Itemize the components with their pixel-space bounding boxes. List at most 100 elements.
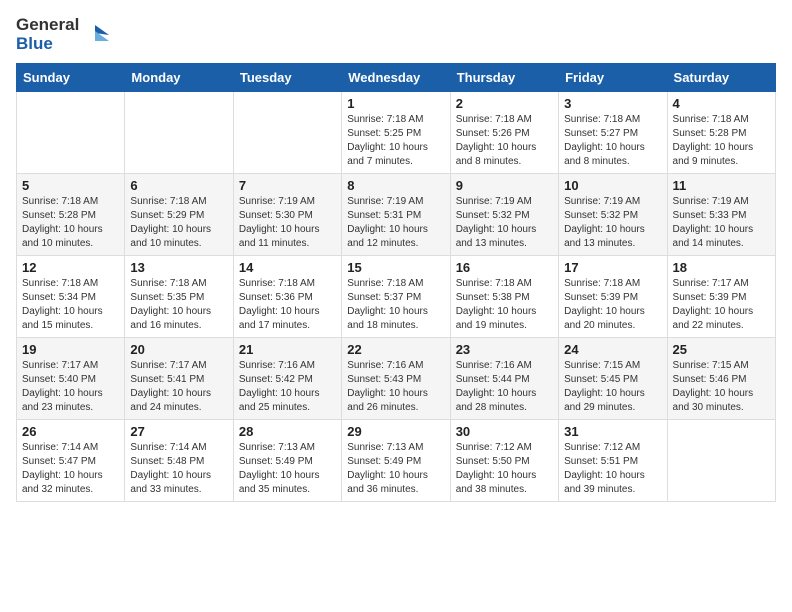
logo-bird-icon <box>81 21 109 49</box>
calendar-cell: 1Sunrise: 7:18 AMSunset: 5:25 PMDaylight… <box>342 92 450 174</box>
day-info: Sunrise: 7:18 AMSunset: 5:29 PMDaylight:… <box>130 195 227 251</box>
day-number: 30 <box>456 424 553 439</box>
calendar-cell: 31 Sunrise: 7:12 AMSunset: 5:51 PMDayligh… <box>559 420 667 502</box>
calendar-cell: 27 Sunrise: 7:14 AMSunset: 5:48 PMDayligh… <box>125 420 233 502</box>
day-info: Sunrise: 7:18 AMSunset: 5:25 PMDaylight:… <box>347 113 444 169</box>
calendar-week-2: 5Sunrise: 7:18 AMSunset: 5:28 PMDaylight… <box>17 174 776 256</box>
day-info: Sunrise: 7:18 AMSunset: 5:37 PMDaylight:… <box>347 277 444 333</box>
day-info: Sunrise: 7:13 AMSunset: 5:49 PMDaylight:… <box>347 441 444 497</box>
calendar-week-3: 12 Sunrise: 7:18 AMSunset: 5:34 PMDayligh… <box>17 256 776 338</box>
weekday-header-thursday: Thursday <box>450 64 558 92</box>
calendar-cell: 22Sunrise: 7:16 AMSunset: 5:43 PMDayligh… <box>342 338 450 420</box>
calendar-cell: 17Sunrise: 7:18 AMSunset: 5:39 PMDayligh… <box>559 256 667 338</box>
day-info: Sunrise: 7:17 AMSunset: 5:41 PMDaylight:… <box>130 359 227 415</box>
day-number: 7 <box>239 178 336 193</box>
calendar-cell: 13 Sunrise: 7:18 AMSunset: 5:35 PMDayligh… <box>125 256 233 338</box>
day-info: Sunrise: 7:18 AMSunset: 5:34 PMDaylight:… <box>22 277 119 333</box>
day-info: Sunrise: 7:17 AMSunset: 5:39 PMDaylight:… <box>673 277 770 333</box>
day-number: 20 <box>130 342 227 357</box>
calendar-cell: 11Sunrise: 7:19 AMSunset: 5:33 PMDayligh… <box>667 174 775 256</box>
day-number: 23 <box>456 342 553 357</box>
calendar-cell: 16 Sunrise: 7:18 AMSunset: 5:38 PMDayligh… <box>450 256 558 338</box>
weekday-header-friday: Friday <box>559 64 667 92</box>
logo: General Blue <box>16 16 109 53</box>
calendar-cell: 21 Sunrise: 7:16 AMSunset: 5:42 PMDayligh… <box>233 338 341 420</box>
day-info: Sunrise: 7:14 AMSunset: 5:47 PMDaylight:… <box>22 441 119 497</box>
calendar-cell: 4Sunrise: 7:18 AMSunset: 5:28 PMDaylight… <box>667 92 775 174</box>
calendar-week-1: 1Sunrise: 7:18 AMSunset: 5:25 PMDaylight… <box>17 92 776 174</box>
calendar-cell: 8 Sunrise: 7:19 AMSunset: 5:31 PMDaylight… <box>342 174 450 256</box>
calendar-cell: 19 Sunrise: 7:17 AMSunset: 5:40 PMDayligh… <box>17 338 125 420</box>
day-number: 8 <box>347 178 444 193</box>
day-info: Sunrise: 7:19 AMSunset: 5:30 PMDaylight:… <box>239 195 336 251</box>
day-info: Sunrise: 7:18 AMSunset: 5:27 PMDaylight:… <box>564 113 661 169</box>
day-number: 24 <box>564 342 661 357</box>
calendar-cell: 25 Sunrise: 7:15 AMSunset: 5:46 PMDayligh… <box>667 338 775 420</box>
calendar-cell: 10 Sunrise: 7:19 AMSunset: 5:32 PMDayligh… <box>559 174 667 256</box>
calendar-cell: 18 Sunrise: 7:17 AMSunset: 5:39 PMDayligh… <box>667 256 775 338</box>
day-info: Sunrise: 7:18 AMSunset: 5:26 PMDaylight:… <box>456 113 553 169</box>
day-number: 12 <box>22 260 119 275</box>
day-info: Sunrise: 7:16 AMSunset: 5:43 PMDaylight:… <box>347 359 444 415</box>
day-info: Sunrise: 7:17 AMSunset: 5:40 PMDaylight:… <box>22 359 119 415</box>
day-number: 27 <box>130 424 227 439</box>
calendar-week-5: 26 Sunrise: 7:14 AMSunset: 5:47 PMDayligh… <box>17 420 776 502</box>
calendar-table: SundayMondayTuesdayWednesdayThursdayFrid… <box>16 63 776 502</box>
day-number: 13 <box>130 260 227 275</box>
day-info: Sunrise: 7:16 AMSunset: 5:44 PMDaylight:… <box>456 359 553 415</box>
calendar-cell: 29 Sunrise: 7:13 AMSunset: 5:49 PMDayligh… <box>342 420 450 502</box>
day-number: 29 <box>347 424 444 439</box>
calendar-cell: 3 Sunrise: 7:18 AMSunset: 5:27 PMDaylight… <box>559 92 667 174</box>
calendar-cell: 6Sunrise: 7:18 AMSunset: 5:29 PMDaylight… <box>125 174 233 256</box>
day-info: Sunrise: 7:19 AMSunset: 5:32 PMDaylight:… <box>456 195 553 251</box>
calendar-cell: 14Sunrise: 7:18 AMSunset: 5:36 PMDayligh… <box>233 256 341 338</box>
day-info: Sunrise: 7:18 AMSunset: 5:38 PMDaylight:… <box>456 277 553 333</box>
day-info: Sunrise: 7:15 AMSunset: 5:45 PMDaylight:… <box>564 359 661 415</box>
day-info: Sunrise: 7:18 AMSunset: 5:28 PMDaylight:… <box>22 195 119 251</box>
day-number: 3 <box>564 96 661 111</box>
day-info: Sunrise: 7:18 AMSunset: 5:39 PMDaylight:… <box>564 277 661 333</box>
calendar-cell: 24 Sunrise: 7:15 AMSunset: 5:45 PMDayligh… <box>559 338 667 420</box>
calendar-cell <box>125 92 233 174</box>
day-info: Sunrise: 7:16 AMSunset: 5:42 PMDaylight:… <box>239 359 336 415</box>
day-info: Sunrise: 7:19 AMSunset: 5:31 PMDaylight:… <box>347 195 444 251</box>
calendar-cell: 30 Sunrise: 7:12 AMSunset: 5:50 PMDayligh… <box>450 420 558 502</box>
day-number: 15 <box>347 260 444 275</box>
calendar-cell: 15 Sunrise: 7:18 AMSunset: 5:37 PMDayligh… <box>342 256 450 338</box>
weekday-header-row: SundayMondayTuesdayWednesdayThursdayFrid… <box>17 64 776 92</box>
calendar-cell: 26 Sunrise: 7:14 AMSunset: 5:47 PMDayligh… <box>17 420 125 502</box>
day-number: 21 <box>239 342 336 357</box>
day-info: Sunrise: 7:19 AMSunset: 5:32 PMDaylight:… <box>564 195 661 251</box>
weekday-header-tuesday: Tuesday <box>233 64 341 92</box>
day-number: 9 <box>456 178 553 193</box>
day-number: 19 <box>22 342 119 357</box>
day-number: 31 <box>564 424 661 439</box>
calendar-cell: 23 Sunrise: 7:16 AMSunset: 5:44 PMDayligh… <box>450 338 558 420</box>
day-info: Sunrise: 7:12 AMSunset: 5:50 PMDaylight:… <box>456 441 553 497</box>
day-number: 14 <box>239 260 336 275</box>
day-number: 11 <box>673 178 770 193</box>
day-number: 28 <box>239 424 336 439</box>
weekday-header-saturday: Saturday <box>667 64 775 92</box>
calendar-cell: 5Sunrise: 7:18 AMSunset: 5:28 PMDaylight… <box>17 174 125 256</box>
day-number: 25 <box>673 342 770 357</box>
calendar-cell: 9 Sunrise: 7:19 AMSunset: 5:32 PMDaylight… <box>450 174 558 256</box>
calendar-cell: 28 Sunrise: 7:13 AMSunset: 5:49 PMDayligh… <box>233 420 341 502</box>
calendar-cell: 20 Sunrise: 7:17 AMSunset: 5:41 PMDayligh… <box>125 338 233 420</box>
day-number: 26 <box>22 424 119 439</box>
calendar-cell: 12 Sunrise: 7:18 AMSunset: 5:34 PMDayligh… <box>17 256 125 338</box>
day-number: 2 <box>456 96 553 111</box>
day-info: Sunrise: 7:13 AMSunset: 5:49 PMDaylight:… <box>239 441 336 497</box>
weekday-header-wednesday: Wednesday <box>342 64 450 92</box>
day-info: Sunrise: 7:14 AMSunset: 5:48 PMDaylight:… <box>130 441 227 497</box>
page-header: General Blue <box>16 16 776 53</box>
day-info: Sunrise: 7:15 AMSunset: 5:46 PMDaylight:… <box>673 359 770 415</box>
day-number: 18 <box>673 260 770 275</box>
day-number: 4 <box>673 96 770 111</box>
weekday-header-sunday: Sunday <box>17 64 125 92</box>
calendar-cell <box>667 420 775 502</box>
day-number: 16 <box>456 260 553 275</box>
day-number: 10 <box>564 178 661 193</box>
day-info: Sunrise: 7:12 AMSunset: 5:51 PMDaylight:… <box>564 441 661 497</box>
day-info: Sunrise: 7:18 AMSunset: 5:35 PMDaylight:… <box>130 277 227 333</box>
